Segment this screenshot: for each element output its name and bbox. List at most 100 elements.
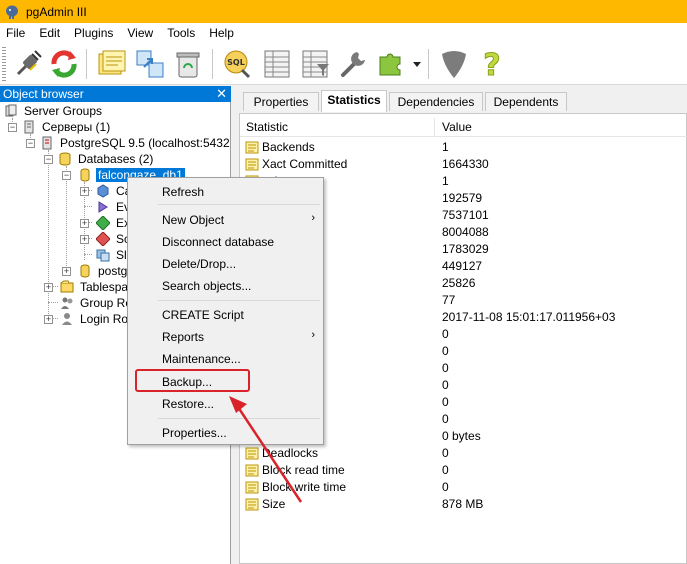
- menu-view[interactable]: View: [121, 26, 159, 40]
- tab-dependencies[interactable]: Dependencies: [389, 92, 483, 111]
- statistic-name: Deadlocks: [262, 446, 319, 460]
- table-row[interactable]: Backends 1: [240, 139, 687, 156]
- menu-item-restore[interactable]: Restore...: [162, 397, 214, 411]
- menu-item-reports[interactable]: Reports: [162, 330, 204, 344]
- tree-expander-schemas[interactable]: +: [80, 235, 89, 244]
- menu-separator: [158, 300, 320, 301]
- tree-node-databases[interactable]: Databases (2): [58, 151, 153, 167]
- tree-node-group-roles[interactable]: Group Rol: [60, 295, 135, 311]
- table-row[interactable]: Block write time 0: [240, 479, 687, 496]
- toolbar-separator: [212, 49, 213, 79]
- tree-node-tablespaces[interactable]: Tablespac: [60, 279, 134, 295]
- tree-node-slony[interactable]: Sl: [96, 247, 127, 263]
- tree-expander-catalogs[interactable]: +: [80, 187, 89, 196]
- object-browser-title: Object browser: [3, 87, 84, 101]
- menu-plugins[interactable]: Plugins: [68, 26, 119, 40]
- close-icon[interactable]: ✕: [216, 86, 227, 102]
- table-row[interactable]: Block read time 0: [240, 462, 687, 479]
- menu-tools[interactable]: Tools: [161, 26, 201, 40]
- tab-dependents[interactable]: Dependents: [485, 92, 567, 111]
- tree-node-servers[interactable]: Серверы (1): [22, 119, 110, 135]
- tree-expander-db-selected[interactable]: −: [62, 171, 71, 180]
- tree-node-extensions[interactable]: Ex: [96, 215, 130, 231]
- menu-item-create-script[interactable]: CREATE Script: [162, 308, 244, 322]
- menu-separator: [158, 418, 320, 419]
- tree-node-label: postg: [98, 264, 128, 278]
- tree-expander-db-other[interactable]: +: [62, 267, 71, 276]
- statistic-value: 878 MB: [442, 497, 484, 511]
- toolbar: SQL ?: [0, 43, 687, 85]
- column-header-value[interactable]: Value: [442, 120, 472, 134]
- extensions-icon: [96, 216, 110, 230]
- help-icon[interactable]: ?: [476, 48, 508, 80]
- tab-statistics[interactable]: Statistics: [321, 90, 387, 112]
- tree-expander-extensions[interactable]: +: [80, 219, 89, 228]
- statistic-value: 449127: [442, 259, 483, 273]
- menu-item-new-object[interactable]: New Object: [162, 213, 224, 227]
- sql-icon[interactable]: SQL: [220, 48, 252, 80]
- tree-expander-servers[interactable]: −: [8, 123, 17, 132]
- statistic-value: 0: [442, 361, 449, 375]
- annotation-highlight-box: [135, 369, 250, 392]
- menu-edit[interactable]: Edit: [33, 26, 66, 40]
- menu-item-refresh[interactable]: Refresh: [162, 185, 204, 199]
- menu-item-properties[interactable]: Properties...: [162, 426, 227, 440]
- menu-item-search-objects[interactable]: Search objects...: [162, 279, 251, 293]
- toolbar-separator: [86, 49, 87, 79]
- menu-item-delete-drop[interactable]: Delete/Drop...: [162, 257, 236, 271]
- database-icon: [80, 264, 90, 278]
- tree-node-login-roles[interactable]: Login Role: [60, 311, 137, 327]
- table-row[interactable]: Size 878 MB: [240, 496, 687, 513]
- column-separator[interactable]: [434, 118, 435, 136]
- tree-line: [48, 302, 58, 303]
- tree-node-event-triggers[interactable]: Ev: [96, 199, 130, 215]
- window-title: pgAdmin III: [26, 4, 87, 19]
- tree-line: [48, 150, 49, 324]
- menu-file[interactable]: File: [0, 26, 31, 40]
- view-data-icon[interactable]: [261, 48, 293, 80]
- tree-line: [84, 254, 92, 255]
- statistic-icon: [245, 141, 259, 154]
- tree-node-schemas[interactable]: Sc: [96, 231, 130, 247]
- submenu-arrow-icon: ›: [311, 212, 315, 224]
- table-row[interactable]: Xact Committed 1664330: [240, 156, 687, 173]
- properties-icon[interactable]: [96, 48, 128, 80]
- maintenance-icon[interactable]: [337, 48, 369, 80]
- plugins-dropdown-icon[interactable]: [410, 48, 424, 80]
- drop-icon[interactable]: [172, 48, 204, 80]
- submenu-arrow-icon: ›: [311, 329, 315, 341]
- statistic-name: Block write time: [262, 480, 347, 494]
- statistic-value: 0: [442, 378, 449, 392]
- table-row[interactable]: Deadlocks 0: [240, 445, 687, 462]
- menu-item-disconnect[interactable]: Disconnect database: [162, 235, 274, 249]
- servers-icon: [24, 120, 34, 134]
- statistic-icon: [245, 447, 259, 460]
- plugins-icon[interactable]: [375, 48, 407, 80]
- slony-icon: [96, 249, 110, 262]
- create-icon[interactable]: [134, 48, 166, 80]
- tree-node-server[interactable]: PostgreSQL 9.5 (localhost:5432): [40, 135, 230, 151]
- column-header-statistic[interactable]: Statistic: [246, 120, 288, 134]
- schemas-icon: [96, 232, 110, 246]
- statistic-value: 1: [442, 174, 449, 188]
- tree-node-server-groups[interactable]: Server Groups: [4, 103, 102, 119]
- tree-expander-databases[interactable]: −: [44, 155, 53, 164]
- refresh-icon[interactable]: [48, 48, 80, 80]
- server-icon: [42, 136, 52, 150]
- statistic-icon: [245, 498, 259, 511]
- connect-icon[interactable]: [12, 48, 44, 80]
- statistic-value: 0: [442, 344, 449, 358]
- tree-expander-tablespaces[interactable]: +: [44, 283, 53, 292]
- tree-expander-server[interactable]: −: [26, 139, 35, 148]
- guru-icon[interactable]: [438, 48, 470, 80]
- tree-node-db-other[interactable]: postg: [78, 263, 127, 279]
- tree-expander-login-roles[interactable]: +: [44, 315, 53, 324]
- toolbar-separator: [428, 49, 429, 79]
- toolbar-grip[interactable]: [2, 47, 6, 81]
- menu-help[interactable]: Help: [203, 26, 240, 40]
- tab-properties[interactable]: Properties: [243, 92, 319, 111]
- statistic-value: 25826: [442, 276, 476, 290]
- filtered-data-icon[interactable]: [299, 48, 331, 80]
- statistic-name: Block read time: [262, 463, 345, 477]
- menu-item-maintenance[interactable]: Maintenance...: [162, 352, 241, 366]
